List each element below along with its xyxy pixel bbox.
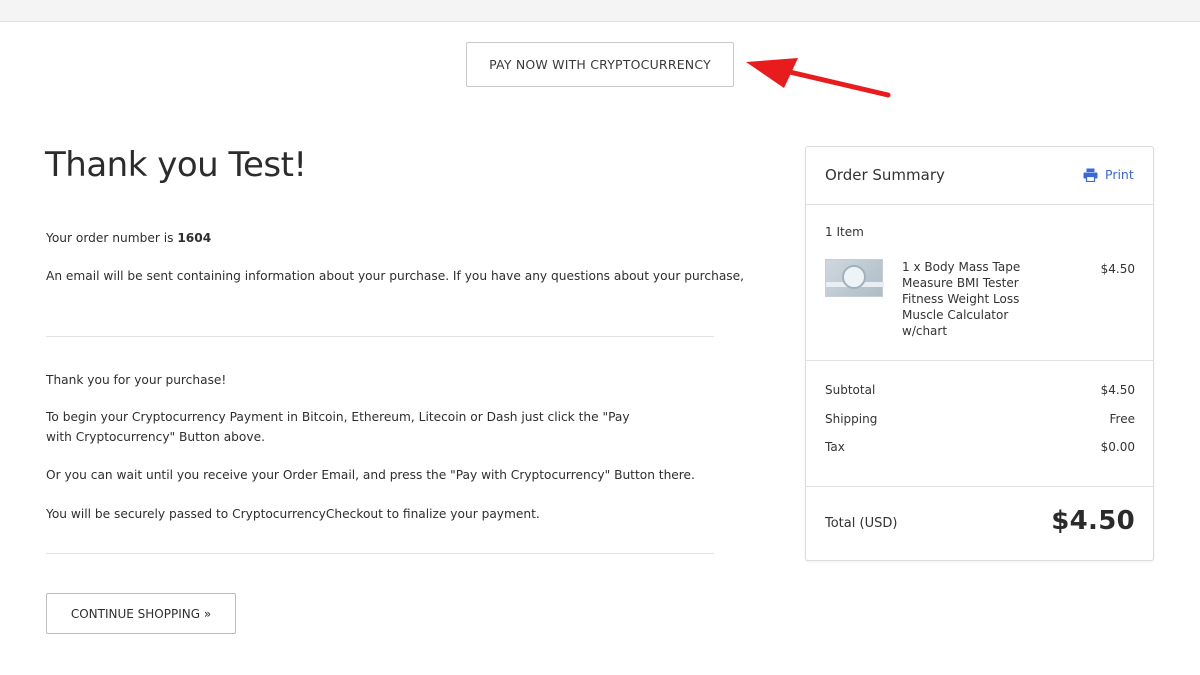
tax-value: $0.00 [1100, 440, 1135, 454]
order-number-line: Your order number is 1604 [46, 228, 211, 248]
top-bar [0, 0, 1200, 22]
line-item-name: 1 x Body Mass Tape Measure BMI Tester Fi… [902, 260, 1021, 338]
crypto-instructions-text: To begin your Cryptocurrency Payment in … [46, 410, 630, 444]
page-title: Thank you Test! [45, 145, 307, 185]
order-summary-title: Order Summary [825, 166, 945, 184]
alternative-text: Or you can wait until you receive your O… [46, 468, 695, 482]
items-count: 1 Item [825, 225, 864, 239]
divider [46, 336, 714, 337]
total-value: $4.50 [1051, 506, 1135, 536]
divider [806, 360, 1153, 361]
printer-icon [1083, 168, 1098, 182]
red-arrow-annotation [746, 58, 891, 98]
shipping-row: Shipping Free [825, 412, 1135, 426]
order-number: 1604 [177, 231, 212, 245]
subtotal-value: $4.50 [1100, 383, 1135, 397]
print-link[interactable]: Print [1083, 167, 1134, 182]
shipping-label: Shipping [825, 412, 878, 426]
order-summary-header: Order Summary Print [806, 147, 1153, 205]
tax-label: Tax [825, 440, 845, 454]
thank-you-text: Thank you for your purchase! [46, 373, 227, 387]
subtotal-label: Subtotal [825, 383, 876, 397]
order-number-prefix: Your order number is [46, 231, 174, 245]
tax-row: Tax $0.00 [825, 440, 1135, 454]
line-item-price: $4.50 [1100, 262, 1135, 276]
shipping-value: Free [1109, 412, 1135, 426]
product-thumbnail[interactable] [825, 259, 884, 297]
pay-with-crypto-button[interactable]: PAY NOW WITH CRYPTOCURRENCY [466, 42, 734, 87]
divider [806, 486, 1153, 487]
subtotal-row: Subtotal $4.50 [825, 383, 1135, 397]
secure-note-text: You will be securely passed to Cryptocur… [46, 507, 540, 521]
total-label: Total (USD) [825, 516, 898, 531]
continue-shopping-button[interactable]: CONTINUE SHOPPING » [46, 593, 236, 634]
email-info-text: An email will be sent containing informa… [46, 269, 745, 283]
order-summary-panel: Order Summary Print 1 Item 1 x Body Mass… [805, 146, 1154, 561]
divider [46, 553, 714, 554]
print-label: Print [1105, 167, 1134, 182]
